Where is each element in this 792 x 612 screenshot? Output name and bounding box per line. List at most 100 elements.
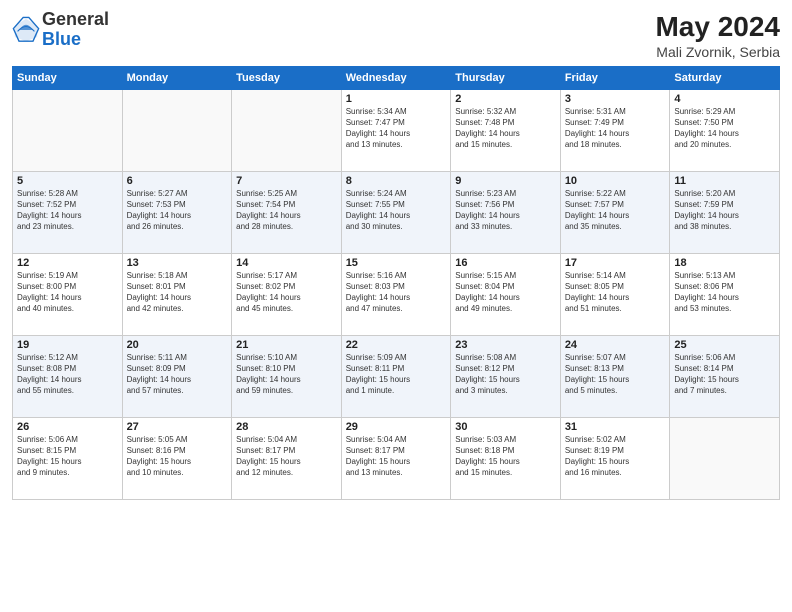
calendar-header-row: Sunday Monday Tuesday Wednesday Thursday… bbox=[13, 66, 780, 89]
day-info: Sunrise: 5:23 AM Sunset: 7:56 PM Dayligh… bbox=[455, 188, 556, 233]
day-number: 16 bbox=[455, 257, 556, 269]
table-row bbox=[670, 417, 780, 499]
table-row: 31Sunrise: 5:02 AM Sunset: 8:19 PM Dayli… bbox=[560, 417, 670, 499]
table-row: 23Sunrise: 5:08 AM Sunset: 8:12 PM Dayli… bbox=[451, 335, 561, 417]
day-info: Sunrise: 5:14 AM Sunset: 8:05 PM Dayligh… bbox=[565, 270, 666, 315]
day-number: 31 bbox=[565, 421, 666, 433]
table-row: 27Sunrise: 5:05 AM Sunset: 8:16 PM Dayli… bbox=[122, 417, 232, 499]
table-row: 5Sunrise: 5:28 AM Sunset: 7:52 PM Daylig… bbox=[13, 171, 123, 253]
day-info: Sunrise: 5:06 AM Sunset: 8:14 PM Dayligh… bbox=[674, 352, 775, 397]
day-number: 1 bbox=[346, 93, 447, 105]
day-info: Sunrise: 5:10 AM Sunset: 8:10 PM Dayligh… bbox=[236, 352, 337, 397]
day-info: Sunrise: 5:04 AM Sunset: 8:17 PM Dayligh… bbox=[236, 434, 337, 479]
day-number: 19 bbox=[17, 339, 118, 351]
table-row: 24Sunrise: 5:07 AM Sunset: 8:13 PM Dayli… bbox=[560, 335, 670, 417]
day-info: Sunrise: 5:07 AM Sunset: 8:13 PM Dayligh… bbox=[565, 352, 666, 397]
table-row: 14Sunrise: 5:17 AM Sunset: 8:02 PM Dayli… bbox=[232, 253, 342, 335]
day-number: 18 bbox=[674, 257, 775, 269]
day-number: 24 bbox=[565, 339, 666, 351]
col-sunday: Sunday bbox=[13, 66, 123, 89]
day-info: Sunrise: 5:24 AM Sunset: 7:55 PM Dayligh… bbox=[346, 188, 447, 233]
day-number: 26 bbox=[17, 421, 118, 433]
day-number: 13 bbox=[127, 257, 228, 269]
table-row: 16Sunrise: 5:15 AM Sunset: 8:04 PM Dayli… bbox=[451, 253, 561, 335]
day-info: Sunrise: 5:16 AM Sunset: 8:03 PM Dayligh… bbox=[346, 270, 447, 315]
table-row: 21Sunrise: 5:10 AM Sunset: 8:10 PM Dayli… bbox=[232, 335, 342, 417]
table-row: 20Sunrise: 5:11 AM Sunset: 8:09 PM Dayli… bbox=[122, 335, 232, 417]
day-info: Sunrise: 5:04 AM Sunset: 8:17 PM Dayligh… bbox=[346, 434, 447, 479]
day-number: 23 bbox=[455, 339, 556, 351]
month-year: May 2024 bbox=[655, 10, 780, 44]
day-number: 22 bbox=[346, 339, 447, 351]
day-number: 10 bbox=[565, 175, 666, 187]
table-row: 25Sunrise: 5:06 AM Sunset: 8:14 PM Dayli… bbox=[670, 335, 780, 417]
day-number: 8 bbox=[346, 175, 447, 187]
calendar-week-row: 26Sunrise: 5:06 AM Sunset: 8:15 PM Dayli… bbox=[13, 417, 780, 499]
page: General Blue May 2024 Mali Zvornik, Serb… bbox=[0, 0, 792, 612]
day-info: Sunrise: 5:29 AM Sunset: 7:50 PM Dayligh… bbox=[674, 106, 775, 151]
col-friday: Friday bbox=[560, 66, 670, 89]
day-number: 3 bbox=[565, 93, 666, 105]
table-row: 10Sunrise: 5:22 AM Sunset: 7:57 PM Dayli… bbox=[560, 171, 670, 253]
day-info: Sunrise: 5:06 AM Sunset: 8:15 PM Dayligh… bbox=[17, 434, 118, 479]
day-info: Sunrise: 5:20 AM Sunset: 7:59 PM Dayligh… bbox=[674, 188, 775, 233]
table-row: 12Sunrise: 5:19 AM Sunset: 8:00 PM Dayli… bbox=[13, 253, 123, 335]
day-info: Sunrise: 5:15 AM Sunset: 8:04 PM Dayligh… bbox=[455, 270, 556, 315]
day-number: 6 bbox=[127, 175, 228, 187]
day-info: Sunrise: 5:22 AM Sunset: 7:57 PM Dayligh… bbox=[565, 188, 666, 233]
col-tuesday: Tuesday bbox=[232, 66, 342, 89]
day-number: 21 bbox=[236, 339, 337, 351]
day-info: Sunrise: 5:31 AM Sunset: 7:49 PM Dayligh… bbox=[565, 106, 666, 151]
day-info: Sunrise: 5:09 AM Sunset: 8:11 PM Dayligh… bbox=[346, 352, 447, 397]
table-row bbox=[122, 89, 232, 171]
day-info: Sunrise: 5:19 AM Sunset: 8:00 PM Dayligh… bbox=[17, 270, 118, 315]
day-number: 9 bbox=[455, 175, 556, 187]
col-monday: Monday bbox=[122, 66, 232, 89]
day-info: Sunrise: 5:05 AM Sunset: 8:16 PM Dayligh… bbox=[127, 434, 228, 479]
day-number: 11 bbox=[674, 175, 775, 187]
day-info: Sunrise: 5:12 AM Sunset: 8:08 PM Dayligh… bbox=[17, 352, 118, 397]
calendar-week-row: 1Sunrise: 5:34 AM Sunset: 7:47 PM Daylig… bbox=[13, 89, 780, 171]
table-row bbox=[232, 89, 342, 171]
day-number: 27 bbox=[127, 421, 228, 433]
day-number: 17 bbox=[565, 257, 666, 269]
col-thursday: Thursday bbox=[451, 66, 561, 89]
table-row: 6Sunrise: 5:27 AM Sunset: 7:53 PM Daylig… bbox=[122, 171, 232, 253]
calendar-week-row: 19Sunrise: 5:12 AM Sunset: 8:08 PM Dayli… bbox=[13, 335, 780, 417]
day-number: 28 bbox=[236, 421, 337, 433]
col-saturday: Saturday bbox=[670, 66, 780, 89]
day-info: Sunrise: 5:03 AM Sunset: 8:18 PM Dayligh… bbox=[455, 434, 556, 479]
logo-general: General bbox=[42, 9, 109, 29]
table-row: 30Sunrise: 5:03 AM Sunset: 8:18 PM Dayli… bbox=[451, 417, 561, 499]
day-info: Sunrise: 5:28 AM Sunset: 7:52 PM Dayligh… bbox=[17, 188, 118, 233]
day-number: 14 bbox=[236, 257, 337, 269]
table-row: 8Sunrise: 5:24 AM Sunset: 7:55 PM Daylig… bbox=[341, 171, 451, 253]
table-row: 17Sunrise: 5:14 AM Sunset: 8:05 PM Dayli… bbox=[560, 253, 670, 335]
table-row: 7Sunrise: 5:25 AM Sunset: 7:54 PM Daylig… bbox=[232, 171, 342, 253]
table-row: 29Sunrise: 5:04 AM Sunset: 8:17 PM Dayli… bbox=[341, 417, 451, 499]
day-number: 30 bbox=[455, 421, 556, 433]
day-number: 4 bbox=[674, 93, 775, 105]
day-info: Sunrise: 5:13 AM Sunset: 8:06 PM Dayligh… bbox=[674, 270, 775, 315]
day-info: Sunrise: 5:11 AM Sunset: 8:09 PM Dayligh… bbox=[127, 352, 228, 397]
table-row: 19Sunrise: 5:12 AM Sunset: 8:08 PM Dayli… bbox=[13, 335, 123, 417]
day-info: Sunrise: 5:18 AM Sunset: 8:01 PM Dayligh… bbox=[127, 270, 228, 315]
day-number: 2 bbox=[455, 93, 556, 105]
logo-icon bbox=[12, 16, 40, 44]
day-info: Sunrise: 5:17 AM Sunset: 8:02 PM Dayligh… bbox=[236, 270, 337, 315]
table-row: 22Sunrise: 5:09 AM Sunset: 8:11 PM Dayli… bbox=[341, 335, 451, 417]
day-number: 12 bbox=[17, 257, 118, 269]
table-row: 28Sunrise: 5:04 AM Sunset: 8:17 PM Dayli… bbox=[232, 417, 342, 499]
day-number: 25 bbox=[674, 339, 775, 351]
logo: General Blue bbox=[12, 10, 109, 50]
day-number: 20 bbox=[127, 339, 228, 351]
day-info: Sunrise: 5:34 AM Sunset: 7:47 PM Dayligh… bbox=[346, 106, 447, 151]
calendar: Sunday Monday Tuesday Wednesday Thursday… bbox=[12, 66, 780, 500]
day-number: 7 bbox=[236, 175, 337, 187]
table-row bbox=[13, 89, 123, 171]
day-info: Sunrise: 5:32 AM Sunset: 7:48 PM Dayligh… bbox=[455, 106, 556, 151]
logo-blue: Blue bbox=[42, 29, 81, 49]
day-number: 15 bbox=[346, 257, 447, 269]
table-row: 2Sunrise: 5:32 AM Sunset: 7:48 PM Daylig… bbox=[451, 89, 561, 171]
day-info: Sunrise: 5:08 AM Sunset: 8:12 PM Dayligh… bbox=[455, 352, 556, 397]
